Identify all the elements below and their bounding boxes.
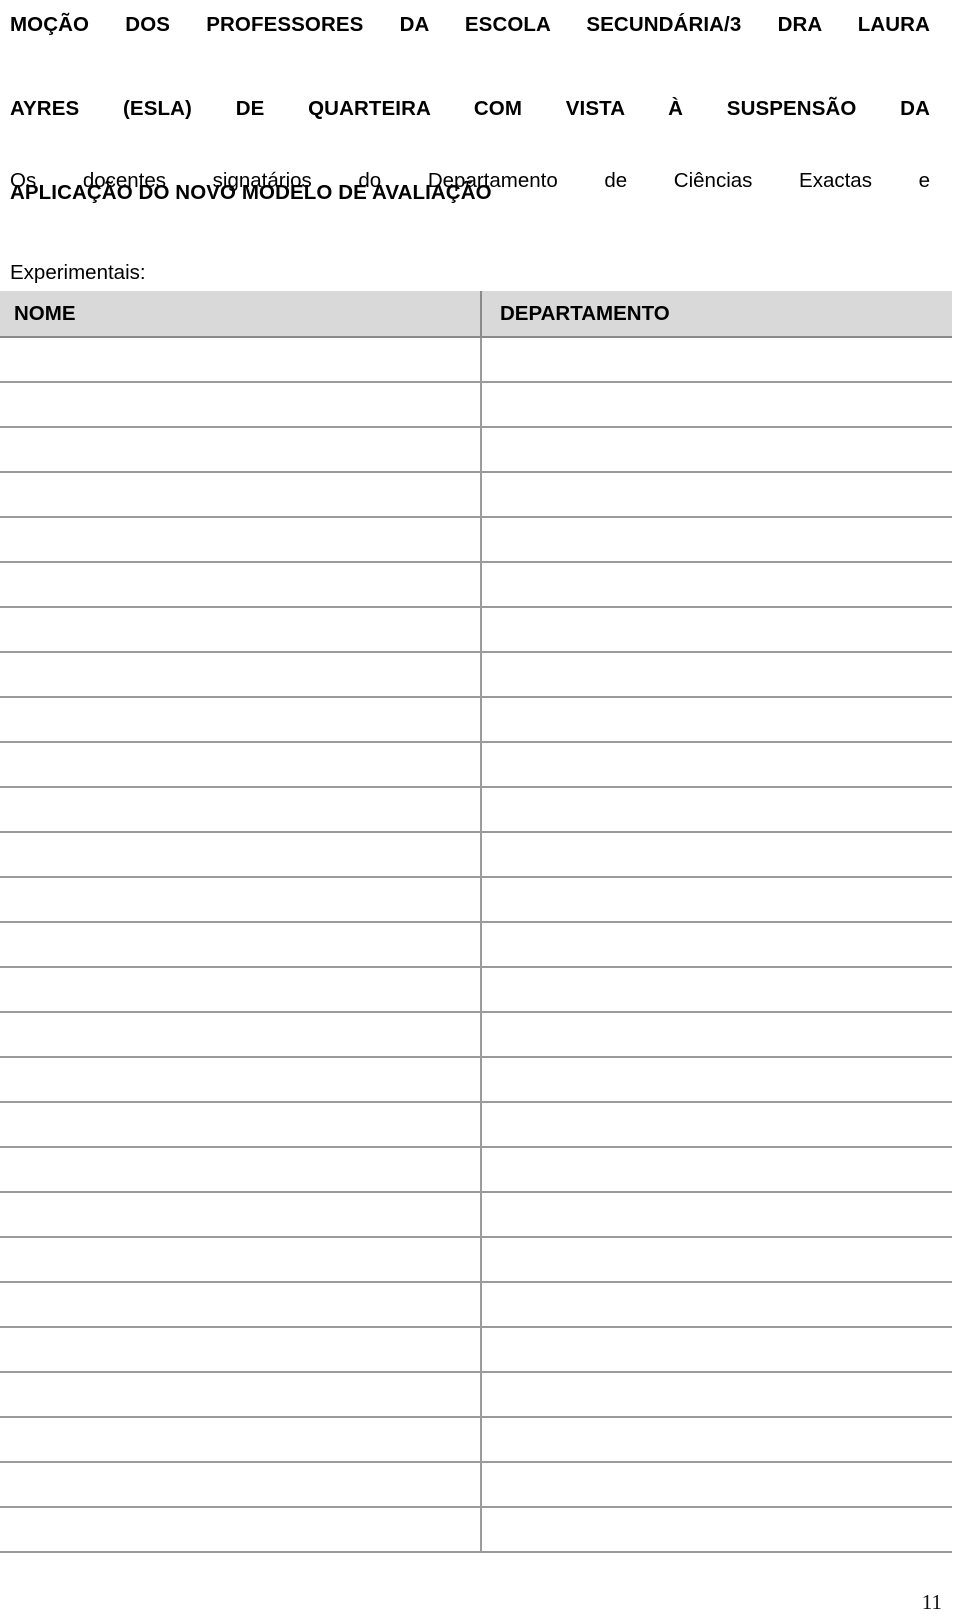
cell-departamento[interactable]	[480, 1417, 952, 1463]
cell-departamento[interactable]	[480, 1372, 952, 1418]
cell-departamento[interactable]	[480, 562, 952, 608]
cell-departamento[interactable]	[480, 337, 952, 383]
table-row[interactable]	[0, 652, 952, 698]
cell-departamento[interactable]	[480, 742, 952, 788]
table-row[interactable]	[0, 697, 952, 743]
signature-table-body	[0, 337, 952, 1553]
cell-departamento[interactable]	[480, 697, 952, 743]
table-row[interactable]	[0, 787, 952, 833]
cell-departamento[interactable]	[480, 517, 952, 563]
cell-nome[interactable]	[0, 1372, 481, 1418]
table-row[interactable]	[0, 922, 952, 968]
column-header-nome: NOME	[0, 291, 481, 338]
table-row[interactable]	[0, 1102, 952, 1148]
cell-nome[interactable]	[0, 922, 481, 968]
table-row[interactable]	[0, 967, 952, 1013]
title-line-1: MOÇÃO DOS PROFESSORES DA ESCOLA SECUNDÁR…	[10, 13, 930, 36]
table-row[interactable]	[0, 877, 952, 923]
cell-nome[interactable]	[0, 472, 481, 518]
cell-departamento[interactable]	[480, 1462, 952, 1508]
signature-table-header: NOME DEPARTAMENTO	[0, 291, 952, 338]
cell-nome[interactable]	[0, 787, 481, 833]
intro-line-1: Os docentes signatários do Departamento …	[10, 169, 930, 192]
cell-departamento[interactable]	[480, 787, 952, 833]
cell-departamento[interactable]	[480, 1057, 952, 1103]
cell-nome[interactable]	[0, 1417, 481, 1463]
cell-nome[interactable]	[0, 1057, 481, 1103]
cell-nome[interactable]	[0, 1462, 481, 1508]
cell-nome[interactable]	[0, 1192, 481, 1238]
table-row[interactable]	[0, 1192, 952, 1238]
table-row[interactable]	[0, 1012, 952, 1058]
table-row[interactable]	[0, 1327, 952, 1373]
cell-nome[interactable]	[0, 652, 481, 698]
table-row[interactable]	[0, 1372, 952, 1418]
table-row[interactable]	[0, 1462, 952, 1508]
cell-departamento[interactable]	[480, 1102, 952, 1148]
cell-nome[interactable]	[0, 1327, 481, 1373]
cell-nome[interactable]	[0, 1507, 481, 1553]
cell-departamento[interactable]	[480, 472, 952, 518]
cell-departamento[interactable]	[480, 1147, 952, 1193]
cell-nome[interactable]	[0, 877, 481, 923]
column-header-departamento: DEPARTAMENTO	[480, 291, 952, 338]
cell-nome[interactable]	[0, 382, 481, 428]
cell-nome[interactable]	[0, 427, 481, 473]
cell-nome[interactable]	[0, 1102, 481, 1148]
table-row[interactable]	[0, 832, 952, 878]
cell-nome[interactable]	[0, 742, 481, 788]
intro-line-2: Experimentais:	[10, 261, 146, 284]
cell-departamento[interactable]	[480, 967, 952, 1013]
cell-departamento[interactable]	[480, 607, 952, 653]
cell-nome[interactable]	[0, 1282, 481, 1328]
cell-nome[interactable]	[0, 562, 481, 608]
cell-departamento[interactable]	[480, 1327, 952, 1373]
cell-departamento[interactable]	[480, 877, 952, 923]
table-row[interactable]	[0, 337, 952, 383]
table-row[interactable]	[0, 427, 952, 473]
cell-departamento[interactable]	[480, 1507, 952, 1553]
cell-nome[interactable]	[0, 967, 481, 1013]
cell-departamento[interactable]	[480, 652, 952, 698]
table-row[interactable]	[0, 562, 952, 608]
cell-departamento[interactable]	[480, 922, 952, 968]
cell-nome[interactable]	[0, 1147, 481, 1193]
cell-departamento[interactable]	[480, 1192, 952, 1238]
cell-nome[interactable]	[0, 1012, 481, 1058]
cell-nome[interactable]	[0, 697, 481, 743]
signature-table: NOME DEPARTAMENTO	[0, 291, 952, 1553]
document-page: MOÇÃO DOS PROFESSORES DA ESCOLA SECUNDÁR…	[0, 0, 960, 1623]
cell-departamento[interactable]	[480, 1237, 952, 1283]
table-row[interactable]	[0, 607, 952, 653]
cell-departamento[interactable]	[480, 1282, 952, 1328]
table-row[interactable]	[0, 742, 952, 788]
intro-paragraph: Os docentes signatários do Departamento …	[10, 158, 930, 296]
cell-departamento[interactable]	[480, 382, 952, 428]
table-row[interactable]	[0, 1057, 952, 1103]
table-row[interactable]	[0, 1507, 952, 1553]
cell-nome[interactable]	[0, 337, 481, 383]
table-row[interactable]	[0, 1147, 952, 1193]
table-row[interactable]	[0, 472, 952, 518]
cell-departamento[interactable]	[480, 427, 952, 473]
table-row[interactable]	[0, 1237, 952, 1283]
table-row[interactable]	[0, 1282, 952, 1328]
table-row[interactable]	[0, 382, 952, 428]
table-row[interactable]	[0, 517, 952, 563]
cell-nome[interactable]	[0, 1237, 481, 1283]
table-header-row: NOME DEPARTAMENTO	[0, 291, 952, 338]
table-row[interactable]	[0, 1417, 952, 1463]
cell-departamento[interactable]	[480, 832, 952, 878]
cell-departamento[interactable]	[480, 1012, 952, 1058]
cell-nome[interactable]	[0, 607, 481, 653]
page-number: 11	[921, 1590, 942, 1614]
cell-nome[interactable]	[0, 517, 481, 563]
cell-nome[interactable]	[0, 832, 481, 878]
